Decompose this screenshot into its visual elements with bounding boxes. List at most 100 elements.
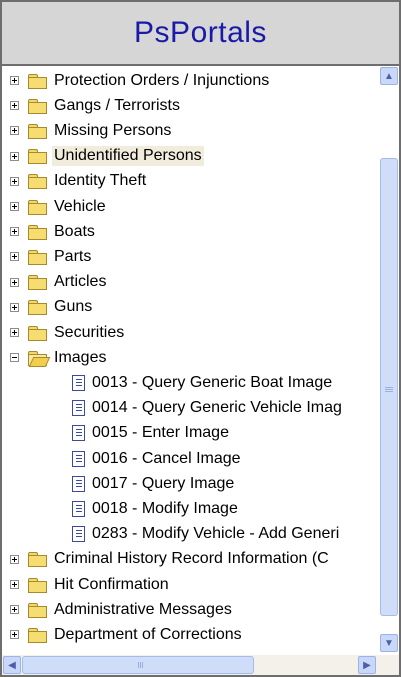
scroll-right-button[interactable]: ▶ xyxy=(358,656,376,674)
tree-node-label: 0015 - Enter Image xyxy=(92,424,229,442)
tree-document-node[interactable]: 0014 - Query Generic Vehicle Imag xyxy=(72,396,344,421)
folder-icon xyxy=(28,275,47,291)
tree-folder-node[interactable]: Boats xyxy=(10,219,97,244)
tree-folder-node[interactable]: Protection Orders / Injunctions xyxy=(10,68,271,93)
scroll-corner xyxy=(379,655,399,675)
folder-icon xyxy=(28,224,47,240)
grip-icon xyxy=(137,662,139,668)
folder-icon xyxy=(28,149,47,165)
plus-box-icon[interactable] xyxy=(10,101,19,111)
tree-node-label: Administrative Messages xyxy=(54,600,232,618)
tree-folder-node[interactable]: Gangs / Terrorists xyxy=(10,93,182,118)
folder-icon xyxy=(28,98,47,114)
tree-node-label: Boats xyxy=(54,222,95,240)
tree-folder-node[interactable]: Identity Theft xyxy=(10,169,148,194)
tree-document-node[interactable]: 0018 - Modify Image xyxy=(72,496,240,521)
tree-folder-node[interactable]: Unidentified Persons xyxy=(10,144,204,169)
tree-node-label: Securities xyxy=(54,323,125,341)
document-icon xyxy=(72,500,85,517)
folder-icon xyxy=(28,627,47,643)
tree-node-label: 0017 - Query Image xyxy=(92,474,235,492)
tree-folder-node[interactable]: Parts xyxy=(10,244,93,269)
document-icon xyxy=(72,475,85,492)
tree-node-label: 0016 - Cancel Image xyxy=(92,449,241,467)
tree-folder-node[interactable]: Articles xyxy=(10,270,108,295)
tree-node-label: Unidentified Persons xyxy=(52,146,204,167)
scroll-left-button[interactable]: ◀ xyxy=(3,656,21,674)
tree-node-label: Images xyxy=(54,348,107,366)
tree-node-label: Protection Orders / Injunctions xyxy=(54,71,270,89)
tree-node-label: Hit Confirmation xyxy=(54,575,169,593)
plus-box-icon[interactable] xyxy=(10,202,19,211)
tree-folder-node[interactable]: Guns xyxy=(10,295,94,320)
horizontal-scrollbar[interactable]: ◀ ▶ xyxy=(2,655,379,675)
plus-box-icon[interactable] xyxy=(10,630,19,640)
tree-document-node[interactable]: 0015 - Enter Image xyxy=(72,421,231,446)
document-icon xyxy=(72,450,85,467)
tree-document-node[interactable]: 0283 - Modify Vehicle - Add Generi xyxy=(72,522,341,547)
plus-box-icon[interactable] xyxy=(10,277,19,287)
folder-icon xyxy=(28,199,47,215)
tree-folder-node[interactable]: Missing Persons xyxy=(10,118,173,143)
left-arrow-icon: ◀ xyxy=(8,659,16,671)
tree-node-label: Missing Persons xyxy=(54,121,172,139)
grip-icon xyxy=(385,386,393,388)
folder-icon xyxy=(28,552,47,568)
tree-document-node[interactable]: 0017 - Query Image xyxy=(72,471,236,496)
up-arrow-icon: ▲ xyxy=(384,70,394,82)
plus-box-icon[interactable] xyxy=(10,328,19,337)
scroll-down-button[interactable]: ▼ xyxy=(380,634,398,652)
plus-box-icon[interactable] xyxy=(10,126,19,136)
tree-view: Protection Orders / Injunctions Gangs / T… xyxy=(10,66,376,654)
plus-box-icon[interactable] xyxy=(10,580,19,589)
app-title: PsPortals xyxy=(134,16,267,49)
vertical-scroll-thumb[interactable] xyxy=(380,158,398,616)
plus-box-icon[interactable] xyxy=(10,302,19,312)
tree-node-label: Department of Corrections xyxy=(54,625,242,643)
tree-folder-node[interactable]: Administrative Messages xyxy=(10,597,234,622)
plus-box-icon[interactable] xyxy=(10,252,19,262)
plus-box-icon[interactable] xyxy=(10,151,19,161)
tree-folder-node[interactable]: Vehicle xyxy=(10,194,108,219)
folder-icon xyxy=(28,325,47,341)
title-bar: PsPortals xyxy=(0,0,401,64)
folder-icon xyxy=(28,577,47,593)
tree-folder-node[interactable]: Department of Corrections xyxy=(10,622,244,647)
tree-node-label: 0014 - Query Generic Vehicle Imag xyxy=(92,399,342,417)
tree-document-node[interactable]: 0013 - Query Generic Boat Image xyxy=(72,370,334,395)
horizontal-scroll-thumb[interactable] xyxy=(22,656,254,674)
tree-node-label: Gangs / Terrorists xyxy=(54,96,180,114)
folder-icon xyxy=(28,300,47,316)
tree-folder-node[interactable]: Hit Confirmation xyxy=(10,572,171,597)
tree-node-label: Identity Theft xyxy=(54,172,147,190)
folder-icon xyxy=(28,602,47,618)
document-icon xyxy=(72,374,85,391)
tree-folder-node[interactable]: Criminal History Record Information (C xyxy=(10,547,331,572)
right-arrow-icon: ▶ xyxy=(363,659,371,671)
vertical-scrollbar[interactable]: ▲ ▼ xyxy=(379,66,399,654)
down-arrow-icon: ▼ xyxy=(384,637,394,649)
plus-box-icon[interactable] xyxy=(10,554,19,564)
plus-box-icon[interactable] xyxy=(10,76,19,85)
plus-box-icon[interactable] xyxy=(10,605,19,615)
plus-box-icon[interactable] xyxy=(10,176,19,186)
tree-node-label: Criminal History Record Information (C xyxy=(54,550,329,568)
tree-node-label: 0283 - Modify Vehicle - Add Generi xyxy=(92,525,340,543)
plus-box-icon[interactable] xyxy=(10,227,19,237)
document-icon xyxy=(72,400,85,417)
folder-icon xyxy=(28,249,47,265)
tree-folder-node[interactable]: Images xyxy=(10,345,108,370)
tree-document-node[interactable]: 0016 - Cancel Image xyxy=(72,446,243,471)
tree-node-label: Articles xyxy=(54,273,107,291)
folder-icon xyxy=(28,174,47,190)
minus-box-icon[interactable] xyxy=(10,353,19,363)
scroll-up-button[interactable]: ▲ xyxy=(380,67,398,85)
tree-node-label: Guns xyxy=(54,298,93,316)
document-icon xyxy=(72,425,85,442)
open-folder-icon xyxy=(28,350,51,367)
tree-folder-node[interactable]: Securities xyxy=(10,320,126,345)
tree-node-label: 0013 - Query Generic Boat Image xyxy=(92,373,333,391)
tree-node-label: 0018 - Modify Image xyxy=(92,499,238,517)
document-icon xyxy=(72,526,85,543)
tree-panel: Protection Orders / Injunctions Gangs / T… xyxy=(0,64,401,677)
